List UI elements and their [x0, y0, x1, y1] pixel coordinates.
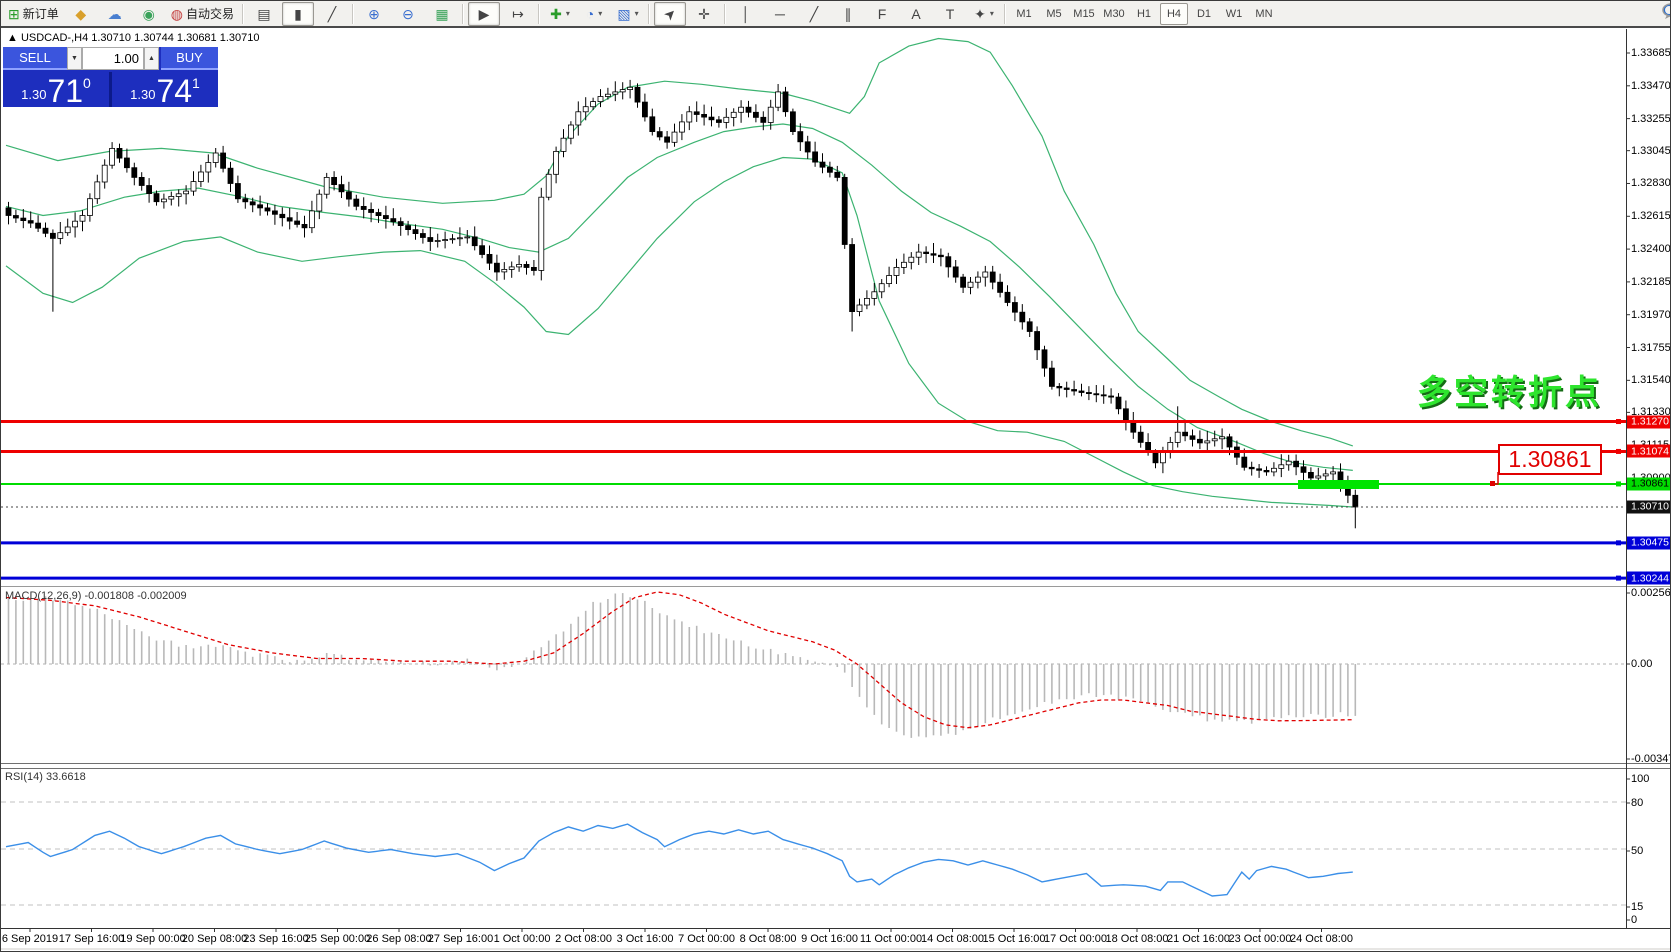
ohlc-open: 1.30710: [91, 32, 131, 44]
price-tick-label: 1.31540: [1631, 374, 1671, 386]
macd-axis-label: 0.00: [1631, 658, 1652, 670]
sell-price-big: 71: [47, 77, 83, 105]
one-click-trading-panel: SELL ▼ 1.00 ▲ BUY 1.30 71 0 1.30 74 1: [3, 47, 218, 107]
price-tick-label: 1.32615: [1631, 210, 1671, 222]
support-highlight-rectangle[interactable]: [1298, 480, 1379, 489]
price-badge-1.30475: 1.30475: [1627, 536, 1671, 549]
buy-price-small: 1.30: [130, 87, 155, 102]
bollinger-lower-band: [6, 158, 1353, 508]
time-label: 8 Oct 08:00: [740, 933, 797, 945]
price-callout-label[interactable]: 1.30861: [1498, 444, 1602, 475]
price-tick-label: 1.32400: [1631, 243, 1671, 255]
sell-price-sup: 0: [83, 75, 91, 91]
time-label: 14 Oct 08:00: [921, 933, 984, 945]
terminal-window: ⊞新订单◆☁◉◍自动交易▤▮╱⊕⊖▦▶↦✚▾◔▾▧▾➤✛│─╱∥FAT✦▾M1M…: [0, 0, 1671, 952]
price-tick-label: 1.31970: [1631, 309, 1671, 321]
symbol-period: USDCAD-,H4: [21, 32, 88, 44]
volume-decrease-button[interactable]: ▼: [67, 47, 82, 70]
buy-button[interactable]: BUY: [161, 47, 218, 70]
turning-point-annotation[interactable]: 多空转折点: [1417, 365, 1602, 414]
sell-price-small: 1.30: [21, 87, 46, 102]
callout-anchor-handle: [1490, 481, 1495, 486]
time-label: 25 Sep 00:00: [305, 933, 370, 945]
price-tick-label: 1.33045: [1631, 145, 1671, 157]
time-label: 20 Sep 08:00: [182, 933, 247, 945]
price-tick-label: 1.32185: [1631, 276, 1671, 288]
time-label: 23 Oct 00:00: [1229, 933, 1292, 945]
volume-increase-button[interactable]: ▲: [144, 47, 159, 70]
ohlc-close: 1.30710: [220, 32, 260, 44]
time-label: 11 Oct 00:00: [860, 933, 922, 945]
hline-handle-1.30861[interactable]: [1616, 481, 1621, 486]
time-label: 27 Sep 16:00: [428, 933, 493, 945]
volume-input[interactable]: 1.00: [82, 47, 144, 70]
time-label: 23 Sep 16:00: [243, 933, 308, 945]
macd-axis-label: 0.002561: [1631, 587, 1671, 599]
price-tick-label: 1.31755: [1631, 342, 1671, 354]
time-label: 2 Oct 08:00: [555, 933, 612, 945]
time-label: 15 Oct 16:00: [983, 933, 1046, 945]
time-label: 7 Oct 00:00: [678, 933, 735, 945]
time-label: 19 Sep 00:00: [120, 933, 185, 945]
time-label: 17 Sep 16:00: [59, 933, 124, 945]
macd-histogram: [9, 593, 1356, 738]
time-label: 18 Oct 08:00: [1106, 933, 1169, 945]
ohlc-high: 1.30744: [134, 32, 174, 44]
time-label: 3 Oct 16:00: [617, 933, 674, 945]
sell-button[interactable]: SELL: [3, 47, 67, 70]
hline-handle-1.30244[interactable]: [1616, 576, 1621, 581]
price-badge-1.31074: 1.31074: [1627, 445, 1671, 458]
time-label: 21 Oct 16:00: [1167, 933, 1230, 945]
ohlc-low: 1.30681: [177, 32, 217, 44]
time-label: 1 Oct 00:00: [494, 933, 551, 945]
buy-price-big: 74: [156, 77, 192, 105]
buy-price-sup: 1: [192, 75, 200, 91]
rsi-line: [6, 824, 1353, 896]
sell-price-display[interactable]: 1.30 71 0: [3, 72, 109, 107]
time-label: 26 Sep 08:00: [366, 933, 431, 945]
hline-handle-1.30475[interactable]: [1616, 540, 1621, 545]
price-tick-label: 1.33470: [1631, 80, 1671, 92]
price-badge-1.30244: 1.30244: [1627, 572, 1671, 585]
rsi-axis-label: 0: [1631, 914, 1637, 926]
rsi-axis-label: 15: [1631, 901, 1643, 913]
hline-handle-1.3127[interactable]: [1616, 419, 1621, 424]
chart-canvas[interactable]: [1, 1, 1671, 952]
price-badge-1.30710: 1.30710: [1627, 500, 1671, 513]
symbol-marker-icon: ▲: [7, 32, 18, 44]
time-label: 17 Oct 00:00: [1044, 933, 1107, 945]
rsi-axis-label: 80: [1631, 797, 1643, 809]
chart-ohlc-title: ▲ USDCAD-,H4 1.30710 1.30744 1.30681 1.3…: [7, 32, 260, 44]
rsi-indicator-label: RSI(14) 33.6618: [5, 771, 86, 783]
price-badge-1.30861: 1.30861: [1627, 477, 1671, 490]
price-tick-label: 1.33255: [1631, 113, 1671, 125]
rsi-axis-label: 50: [1631, 845, 1643, 857]
price-tick-label: 1.33685: [1631, 47, 1671, 59]
macd-axis-label: -0.003479: [1631, 753, 1671, 765]
hline-handle-1.31074[interactable]: [1616, 449, 1621, 454]
time-label: 9 Oct 16:00: [801, 933, 858, 945]
rsi-axis-label: 100: [1631, 773, 1649, 785]
time-label: 6 Sep 2019: [2, 933, 58, 945]
price-tick-label: 1.32830: [1631, 177, 1671, 189]
macd-indicator-label: MACD(12,26,9) -0.001808 -0.002009: [5, 590, 187, 602]
price-badge-1.31270: 1.31270: [1627, 415, 1671, 428]
time-label: 24 Oct 08:00: [1290, 933, 1353, 945]
buy-price-display[interactable]: 1.30 74 1: [112, 72, 218, 107]
